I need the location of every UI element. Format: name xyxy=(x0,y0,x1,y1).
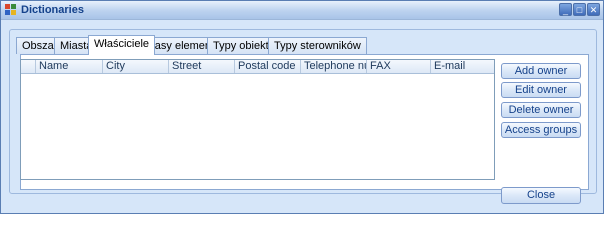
app-icon xyxy=(5,4,16,15)
column-header-postal-code[interactable]: Postal code xyxy=(234,60,300,73)
close-window-button[interactable]: ✕ xyxy=(587,3,600,16)
tab-wlasciciele[interactable]: Właściciele xyxy=(88,35,156,55)
content-group: Obszary Miasta Właściciele Klasy element… xyxy=(9,29,597,194)
maximize-icon: □ xyxy=(576,5,583,15)
owners-grid[interactable]: Name City Street Postal code Telephone n… xyxy=(20,59,495,180)
tab-typy-sterownikow[interactable]: Typy sterowników xyxy=(268,37,367,54)
edit-owner-button[interactable]: Edit owner xyxy=(501,82,581,98)
column-header-email[interactable]: E-mail xyxy=(430,60,494,73)
add-owner-button[interactable]: Add owner xyxy=(501,63,581,79)
window-title: Dictionaries xyxy=(21,4,84,16)
grid-header: Name City Street Postal code Telephone n… xyxy=(21,60,494,74)
column-header-street[interactable]: Street xyxy=(168,60,234,73)
column-header-name[interactable]: Name xyxy=(35,60,102,73)
access-groups-button[interactable]: Access groups xyxy=(501,122,581,138)
window-client-area: Obszary Miasta Właściciele Klasy element… xyxy=(1,20,603,213)
title-bar[interactable]: Dictionaries _ □ ✕ xyxy=(1,1,603,20)
column-header-telephone[interactable]: Telephone nu... xyxy=(300,60,366,73)
close-icon: ✕ xyxy=(589,5,598,15)
column-header-fax[interactable]: FAX xyxy=(366,60,430,73)
delete-owner-button[interactable]: Delete owner xyxy=(501,102,581,118)
maximize-button[interactable]: □ xyxy=(573,3,586,16)
close-button[interactable]: Close xyxy=(501,187,581,204)
minimize-button[interactable]: _ xyxy=(559,3,572,16)
dictionaries-window: Dictionaries _ □ ✕ Obszary Miasta Właści… xyxy=(0,0,604,214)
minimize-icon: _ xyxy=(562,5,568,15)
column-header-city[interactable]: City xyxy=(102,60,168,73)
row-header-corner xyxy=(21,60,35,73)
